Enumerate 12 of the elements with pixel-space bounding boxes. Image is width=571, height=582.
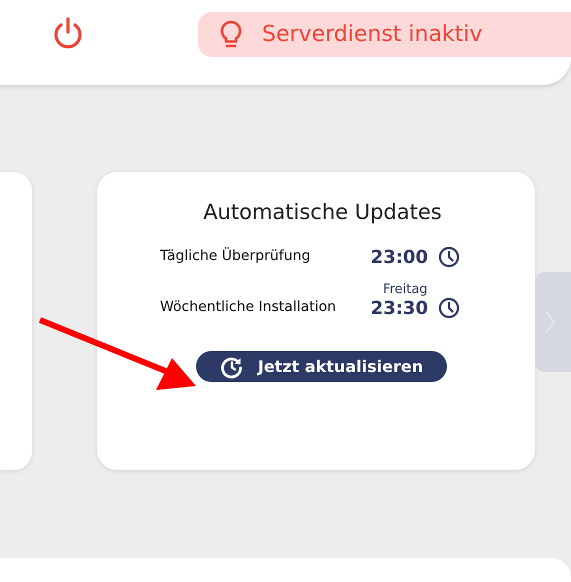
status-text: Serverdienst inaktiv	[262, 22, 482, 47]
refresh-icon	[220, 354, 244, 378]
clock-icon[interactable]	[438, 297, 460, 319]
schedule-time: 23:30	[370, 298, 428, 318]
schedule-day: Freitag	[383, 282, 428, 297]
card-title: Automatische Updates	[202, 200, 443, 224]
lightbulb-icon	[218, 18, 244, 50]
schedule-label: Wöchentliche Installation	[160, 299, 336, 317]
clock-icon[interactable]	[438, 246, 460, 268]
update-now-button[interactable]: Jetzt aktualisieren	[196, 351, 447, 382]
schedule-label: Tägliche Überprüfung	[160, 248, 310, 266]
schedule-time: 23:00	[370, 246, 428, 268]
